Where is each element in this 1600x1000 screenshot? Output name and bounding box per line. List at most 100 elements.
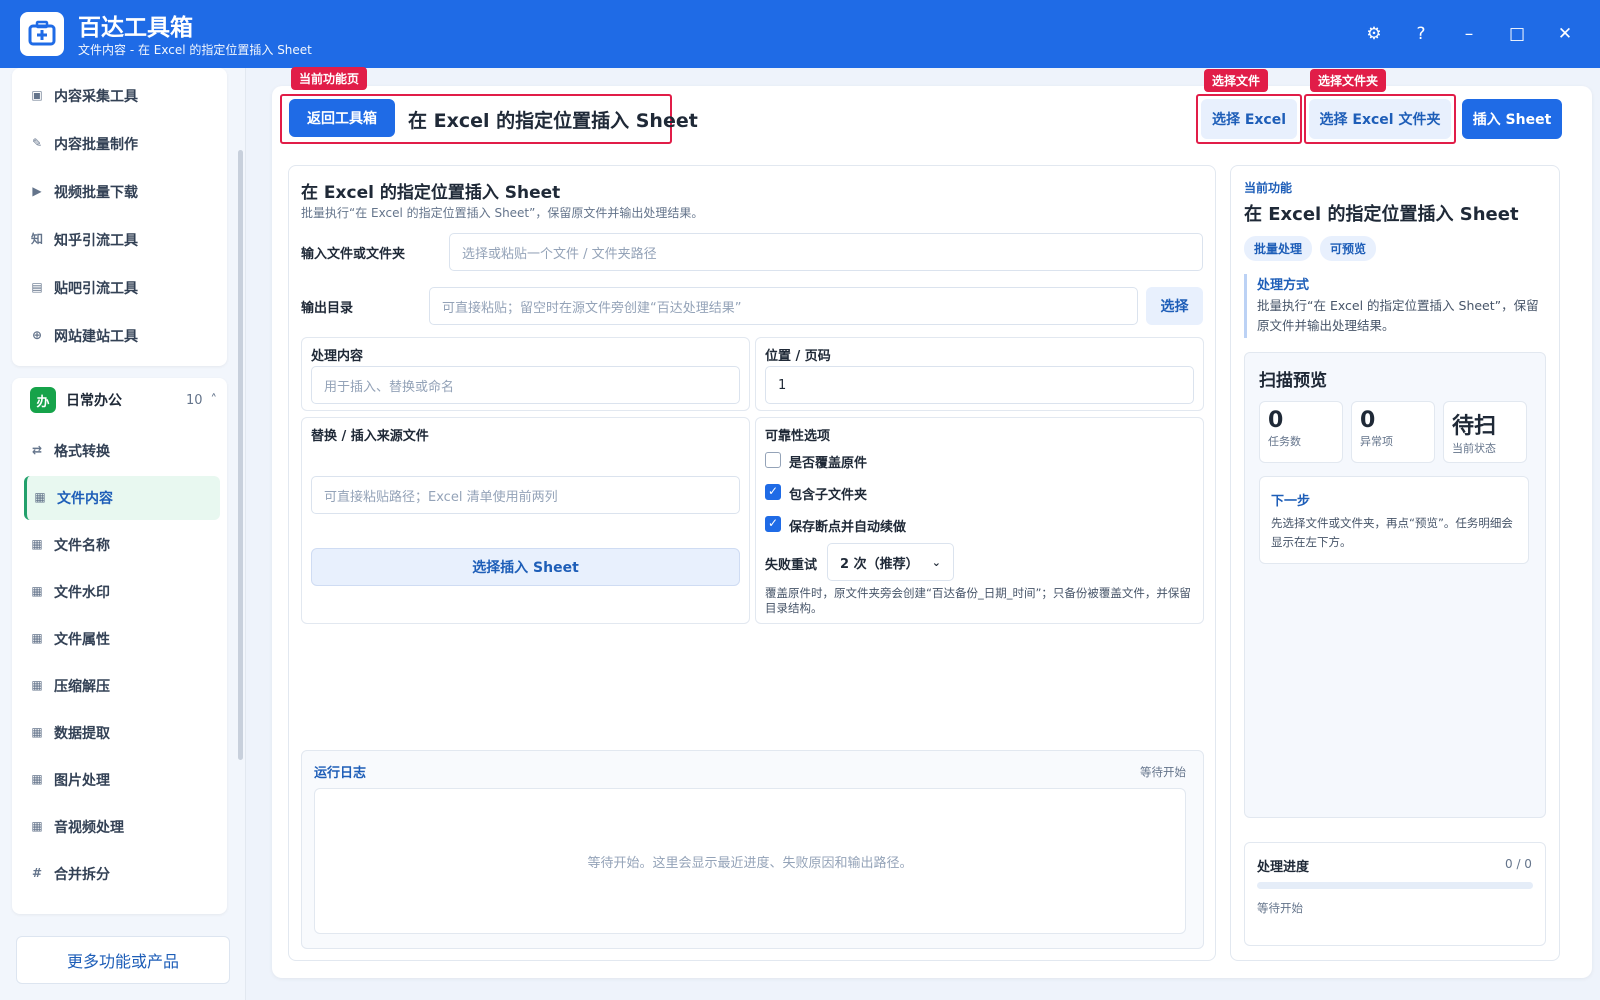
sidebar-item-av[interactable]: ▦ 音视频处理 (24, 805, 220, 849)
next-step-description: 先选择文件或文件夹，再点“预览”。任务明细会显示在左下方。 (1271, 516, 1513, 549)
content-label: 处理内容 (311, 349, 364, 364)
overwrite-checkbox[interactable] (765, 452, 781, 468)
video-icon: ▶ (32, 184, 42, 198)
sidebar-item-data-extract[interactable]: ▦ 数据提取 (24, 711, 220, 755)
grid-icon: ▦ (31, 584, 43, 598)
method-description: 批量执行“在 Excel 的指定位置插入 Sheet”，保留原文件并输出处理结果… (1257, 298, 1539, 333)
app-logo-icon (20, 12, 64, 56)
sidebar-item-file-name[interactable]: ▦ 文件名称 (24, 523, 220, 567)
settings-icon[interactable]: ⚙ (1362, 22, 1386, 46)
sidebar-item-content-batch[interactable]: ✎ 内容批量制作 (24, 122, 220, 166)
content-field[interactable]: 用于插入、替换或命名 (311, 366, 740, 404)
sidebar-item-watermark[interactable]: ▦ 文件水印 (24, 570, 220, 614)
sidebar-item-merge-split[interactable]: # 合并拆分 (24, 852, 220, 896)
sidebar-item-zhihu[interactable]: 知知乎引流工具 (24, 218, 220, 262)
output-label: 输出目录 (301, 301, 354, 316)
resume-label: 保存断点并自动续做 (789, 520, 907, 535)
resume-checkbox[interactable]: ✓ (765, 516, 781, 532)
position-field[interactable]: 1 (765, 366, 1194, 404)
form-description: 批量执行“在 Excel 的指定位置插入 Sheet”，保留原文件并输出处理结果… (301, 206, 704, 220)
zhihu-icon: 知 (30, 232, 43, 246)
subfolder-checkbox[interactable]: ✓ (765, 484, 781, 500)
tag-preview: 可预览 (1320, 236, 1377, 261)
stat-error-count: 0 异常项 (1351, 401, 1435, 463)
minimize-icon[interactable]: – (1457, 22, 1481, 46)
choose-output-button[interactable]: 选择 (1146, 287, 1203, 325)
source-label: 替换 / 插入来源文件 (311, 429, 429, 444)
method-divider (1244, 274, 1247, 338)
sidebar-item-content-collect[interactable]: ▣ 内容采集工具 (24, 74, 220, 118)
sidebar-item-format-convert[interactable]: ⇄ 格式转换 (24, 429, 220, 473)
back-to-toolbox-button[interactable]: 返回工具箱 (289, 99, 395, 137)
group-name: 日常办公 (66, 393, 122, 409)
retry-select[interactable]: 2 次（推荐） ⌄ (827, 543, 954, 581)
source-box (301, 417, 750, 624)
sidebar-item-tieba[interactable]: ▤ 贴吧引流工具 (24, 266, 220, 310)
chevron-down-icon: ⌄ (931, 555, 941, 569)
retry-label: 失败重试 (765, 558, 818, 573)
grid-icon: ▦ (31, 678, 43, 692)
chevron-up-icon[interactable]: ˄ (211, 393, 218, 408)
close-icon[interactable]: ✕ (1553, 22, 1577, 46)
sidebar-scrollbar[interactable] (238, 150, 243, 760)
next-step-title: 下一步 (1271, 494, 1311, 509)
source-field[interactable]: 可直接粘贴路径；Excel 清单使用前两列 (311, 476, 740, 514)
stat-current-status: 待扫 当前状态 (1443, 401, 1527, 463)
reliability-label: 可靠性选项 (765, 429, 831, 444)
insert-sheet-button[interactable]: 插入 Sheet (1462, 99, 1562, 139)
sidebar-item-website[interactable]: ⊕ 网站建站工具 (24, 314, 220, 358)
output-dir-field[interactable]: 可直接粘贴；留空时在源文件旁创建“百达处理结果” (429, 287, 1138, 325)
app-subtitle: 文件内容 - 在 Excel 的指定位置插入 Sheet (78, 43, 312, 57)
method-title: 处理方式 (1257, 278, 1310, 293)
sidebar-tools-card: ▣ 内容采集工具 ✎ 内容批量制作 ▶ 视频批量下载 知知乎引流工具 ▤ 贴吧引流工具 … (12, 68, 227, 366)
grid-icon: ▦ (31, 537, 43, 551)
overwrite-note: 覆盖原件时，原文件夹旁会创建“百达备份_日期_时间”；只备份被覆盖文件，并保留目… (765, 586, 1191, 615)
grid-icon: ▦ (31, 772, 43, 786)
grid-icon: ▦ (34, 490, 46, 504)
stat-task-count: 0 任务数 (1259, 401, 1343, 463)
position-label: 位置 / 页码 (765, 349, 831, 364)
app-title: 百达工具箱 (78, 15, 193, 41)
select-excel-folder-button[interactable]: 选择 Excel 文件夹 (1309, 99, 1451, 139)
log-title: 运行日志 (314, 766, 367, 781)
annotation-select-folder: 选择文件夹 (1310, 69, 1387, 92)
sidebar-item-compress[interactable]: ▦ 压缩解压 (24, 664, 220, 708)
title-bar: 百达工具箱 文件内容 - 在 Excel 的指定位置插入 Sheet ⚙ ? –… (0, 0, 1600, 68)
annotation-current-page: 当前功能页 (291, 67, 368, 90)
scan-title: 扫描预览 (1259, 371, 1327, 391)
sidebar: ▣ 内容采集工具 ✎ 内容批量制作 ▶ 视频批量下载 知知乎引流工具 ▤ 贴吧引流工具 … (0, 68, 246, 1000)
progress-status: 等待开始 (1257, 901, 1303, 915)
hash-icon: # (31, 866, 43, 880)
grid-icon: ▦ (31, 725, 43, 739)
progress-track (1257, 882, 1533, 889)
sidebar-item-video-download[interactable]: ▶ 视频批量下载 (24, 170, 220, 214)
choose-sheet-button[interactable]: 选择插入 Sheet (311, 548, 740, 586)
tag-batch: 批量处理 (1244, 236, 1313, 261)
sidebar-item-file-props[interactable]: ▦ 文件属性 (24, 617, 220, 661)
progress-count: 0 / 0 (1505, 857, 1532, 871)
input-path-field[interactable]: 选择或粘贴一个文件 / 文件夹路径 (449, 233, 1203, 271)
more-products-button[interactable]: 更多功能或产品 (16, 936, 230, 984)
maximize-icon[interactable]: □ (1505, 22, 1529, 46)
form-title: 在 Excel 的指定位置插入 Sheet (301, 183, 561, 203)
input-label: 输入文件或文件夹 (301, 247, 406, 262)
globe-icon: ⊕ (31, 328, 43, 342)
sidebar-item-file-content[interactable]: ▦ 文件内容 (24, 476, 220, 520)
log-content: 等待开始。这里会显示最近进度、失败原因和输出路径。 (314, 788, 1186, 934)
current-function-label: 当前功能 (1244, 181, 1293, 195)
forum-icon: ▤ (31, 280, 43, 294)
page-title: 在 Excel 的指定位置插入 Sheet (408, 110, 698, 132)
grid-icon: ▦ (31, 819, 43, 833)
overwrite-label: 是否覆盖原件 (789, 456, 868, 471)
select-excel-button[interactable]: 选择 Excel (1201, 99, 1297, 139)
sidebar-item-image[interactable]: ▦ 图片处理 (24, 758, 220, 802)
grid-icon: ▣ (31, 88, 43, 102)
subfolder-label: 包含子文件夹 (789, 488, 868, 503)
office-badge-icon: 办 (30, 387, 56, 413)
annotation-select-file: 选择文件 (1204, 69, 1269, 92)
pencil-icon: ✎ (31, 136, 43, 150)
help-icon[interactable]: ? (1409, 22, 1433, 46)
current-function-title: 在 Excel 的指定位置插入 Sheet (1244, 204, 1519, 225)
sidebar-group-header[interactable]: 办 日常办公 10 ˄ (12, 378, 227, 422)
group-count: 10 (185, 392, 203, 408)
